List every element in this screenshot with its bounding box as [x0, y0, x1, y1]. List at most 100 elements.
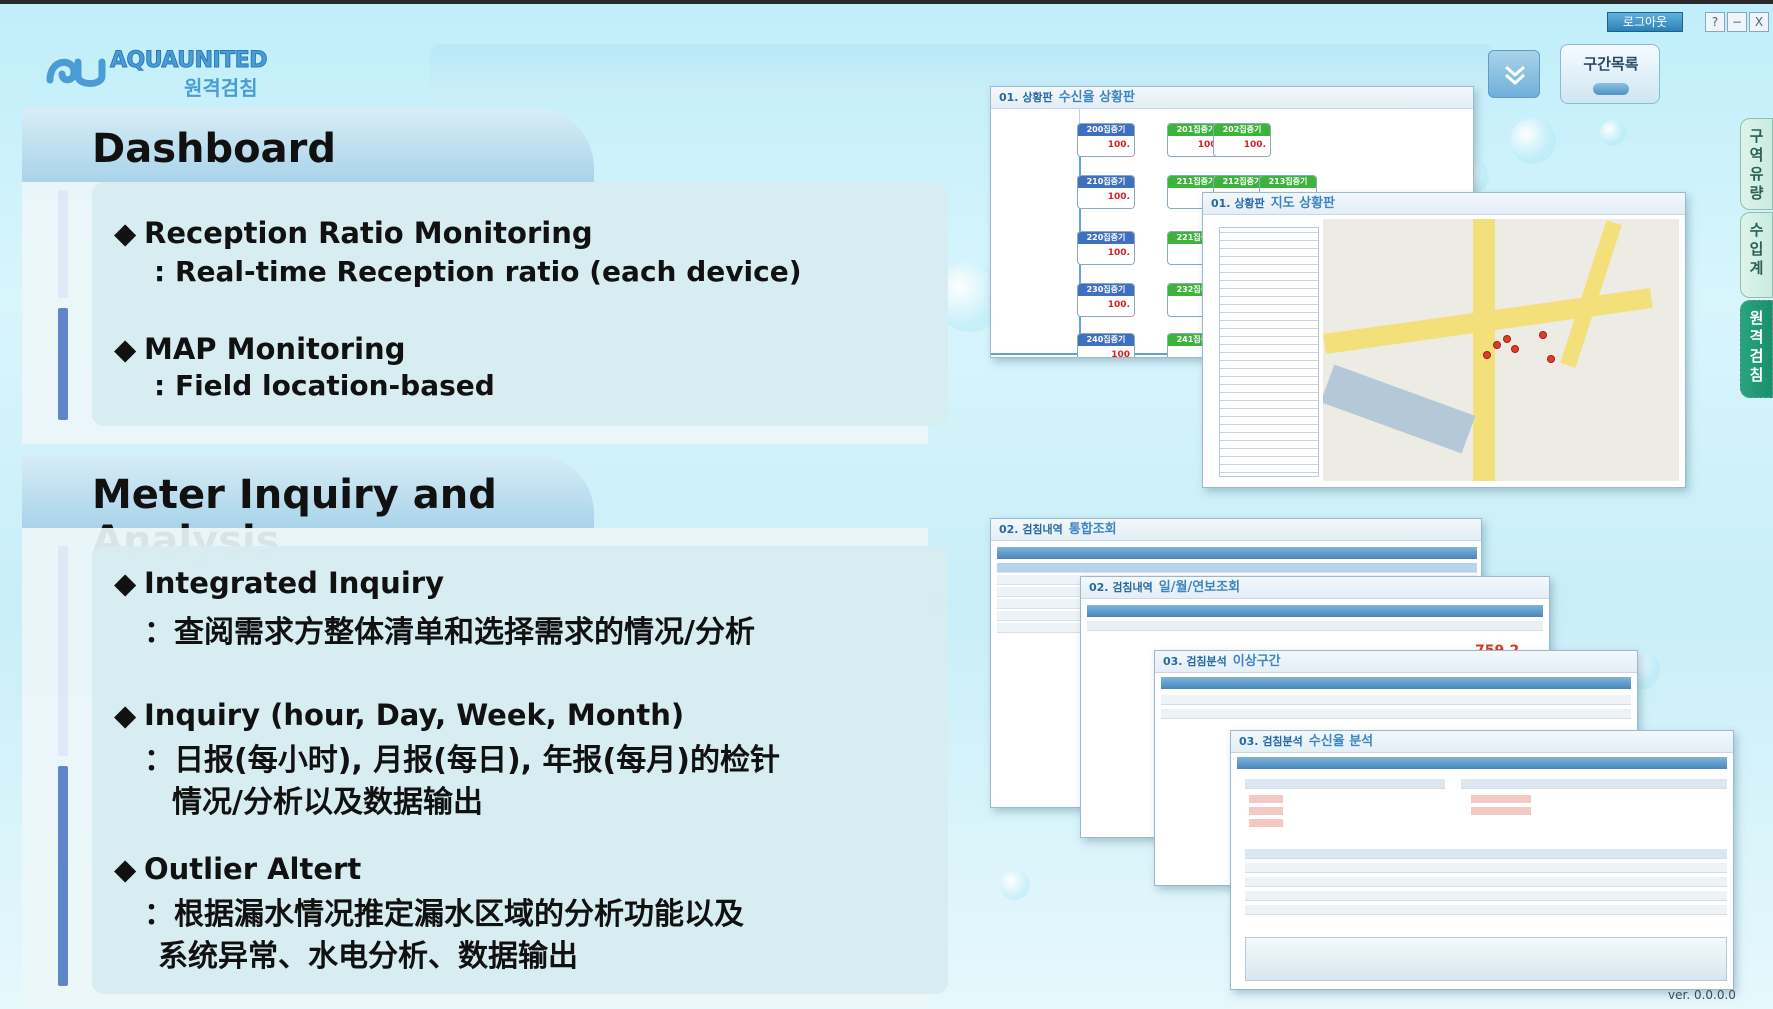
window-title: 02. 검침내역 통합조회: [991, 519, 1481, 541]
node-label: 230집중기: [1078, 284, 1134, 296]
feature-description: ：查阅需求方整体清单和选择需求的情况/分析: [144, 615, 755, 650]
accent-bar: [58, 546, 68, 756]
side-tab-zone-flow[interactable]: 구역유량: [1740, 118, 1773, 210]
table-cell: [1471, 807, 1531, 815]
accent-bar: [58, 190, 68, 298]
map-pin-icon[interactable]: [1493, 341, 1501, 349]
logout-button[interactable]: 로그아웃: [1607, 12, 1683, 32]
map-pin-icon[interactable]: [1503, 335, 1511, 343]
side-tab-label: 원격검침: [1749, 309, 1764, 384]
top-border: [0, 0, 1773, 4]
logo-brand: AQUAUNITED: [109, 48, 268, 74]
node-value: 100.: [1243, 140, 1266, 150]
dashboard-title: Dashboard: [92, 126, 336, 172]
concentrator-node[interactable]: 240집중기 100: [1077, 333, 1135, 358]
table-row: [1245, 863, 1727, 873]
feature-description: ：日报(每小时), 月报(每日), 年报(每月)的检针: [144, 743, 780, 778]
bubble-decor: [1510, 118, 1556, 164]
dashboard-panel: ◆ Reception Ratio Monitoring : Real-time …: [22, 182, 948, 444]
feature-title: ◆ Inquiry (hour, Day, Week, Month): [114, 698, 685, 732]
help-icon[interactable]: ?: [1705, 12, 1725, 32]
table-row: [997, 563, 1477, 573]
diamond-icon: ◆: [114, 566, 137, 600]
table-row: [1245, 877, 1727, 887]
map-pin-icon[interactable]: [1511, 345, 1519, 353]
table-row: [1461, 779, 1727, 789]
node-value: 100.: [1107, 140, 1130, 150]
feature-description: 系统异常、水电分析、数据输出: [158, 939, 578, 974]
bubble-decor: [1600, 120, 1626, 146]
window-title: 03. 검침분석 이상구간: [1155, 651, 1637, 673]
table-row: [1245, 891, 1727, 901]
accent-bar: [58, 766, 68, 986]
dashboard-content: ◆ Reception Ratio Monitoring : Real-time …: [92, 182, 948, 426]
meter-header: Meter Inquiry and Analysis: [22, 454, 594, 564]
toolbar: [1237, 757, 1727, 769]
ratio-analysis-screen: 03. 검침분석 수신율 분석: [1230, 730, 1734, 990]
node-label: 240집중기: [1078, 334, 1134, 346]
window-title: 01. 상황판 지도 상황판: [1203, 193, 1685, 215]
trend-chart: [1245, 937, 1727, 981]
map-road: [1473, 219, 1495, 481]
table-row: [1161, 695, 1631, 705]
chevron-down-icon: [1593, 83, 1629, 95]
bubble-decor: [1000, 870, 1030, 900]
feature-title: ◆ Integrated Inquiry: [114, 566, 444, 600]
aquaunited-logo: AQUAUNITED 원격검침: [44, 44, 284, 100]
concentrator-node[interactable]: 202집중기 100.: [1213, 123, 1271, 157]
feature-subtitle: : Real-time Reception ratio (each device…: [154, 255, 802, 288]
node-value: 100: [1111, 350, 1130, 358]
table-row: [1087, 621, 1543, 631]
map-pin-icon[interactable]: [1547, 355, 1555, 363]
side-tab-label: 수입계: [1749, 221, 1764, 277]
menu-dropdown-button[interactable]: [1488, 50, 1540, 98]
node-label: 200집중기: [1078, 124, 1134, 136]
toolbar: [1161, 677, 1631, 689]
diamond-icon: ◆: [114, 332, 137, 366]
feature-title: ◆ MAP Monitoring: [114, 332, 406, 366]
meter-content: ◆ Integrated Inquiry ：查阅需求方整体清单和选择需求的情况/分…: [92, 546, 948, 994]
table-cell: [1249, 807, 1283, 815]
node-value: 100.: [1107, 192, 1130, 202]
map-pin-icon[interactable]: [1483, 351, 1491, 359]
table-row: [1245, 905, 1727, 915]
toolbar: [997, 547, 1477, 559]
concentrator-node[interactable]: 230집중기 100.: [1077, 283, 1135, 317]
minimize-icon[interactable]: −: [1727, 12, 1747, 32]
section-list-label: 구간목록: [1583, 55, 1639, 73]
table-row: [1161, 709, 1631, 719]
node-label: 220집중기: [1078, 232, 1134, 244]
diamond-icon: ◆: [114, 216, 137, 250]
concentrator-node[interactable]: 210집중기 100.: [1077, 175, 1135, 209]
side-tab-remote-reading[interactable]: 원격검침: [1740, 300, 1773, 398]
table-row: [1245, 779, 1445, 789]
concentrator-node[interactable]: 200집중기 100.: [1077, 123, 1135, 157]
node-label: 210집중기: [1078, 176, 1134, 188]
table-cell: [1249, 795, 1283, 803]
window-title: 03. 검침분석 수신율 분석: [1231, 731, 1733, 753]
map-pin-icon[interactable]: [1539, 331, 1547, 339]
feature-title: ◆ Outlier Altert: [114, 852, 362, 886]
table-cell: [1471, 795, 1531, 803]
feature-description: 情况/分析以及数据输出: [172, 785, 483, 820]
node-label: 213집중기: [1260, 176, 1316, 188]
table-row: [1245, 849, 1727, 859]
side-tab-meter[interactable]: 수입계: [1740, 212, 1773, 298]
toolbar: [1087, 605, 1543, 617]
window-title: 01. 상황판 수신율 상황판: [991, 87, 1473, 109]
device-list: [1219, 227, 1319, 477]
section-list-button[interactable]: 구간목록: [1560, 44, 1660, 104]
map-screen: 01. 상황판 지도 상황판: [1202, 192, 1686, 488]
map-river: [1323, 364, 1476, 454]
node-value: 100.: [1107, 248, 1130, 258]
side-tab-label: 구역유량: [1749, 127, 1764, 202]
diamond-icon: ◆: [114, 852, 137, 886]
concentrator-node[interactable]: 220집중기 100.: [1077, 231, 1135, 265]
diamond-icon: ◆: [114, 698, 137, 732]
node-value: 100.: [1107, 300, 1130, 310]
feature-description: ：根据漏水情况推定漏水区域的分析功能以及: [144, 897, 744, 932]
map-view[interactable]: [1323, 219, 1679, 481]
double-chevron-down-icon: [1505, 65, 1525, 86]
close-icon[interactable]: X: [1749, 12, 1769, 32]
feature-title: ◆ Reception Ratio Monitoring: [114, 216, 593, 250]
